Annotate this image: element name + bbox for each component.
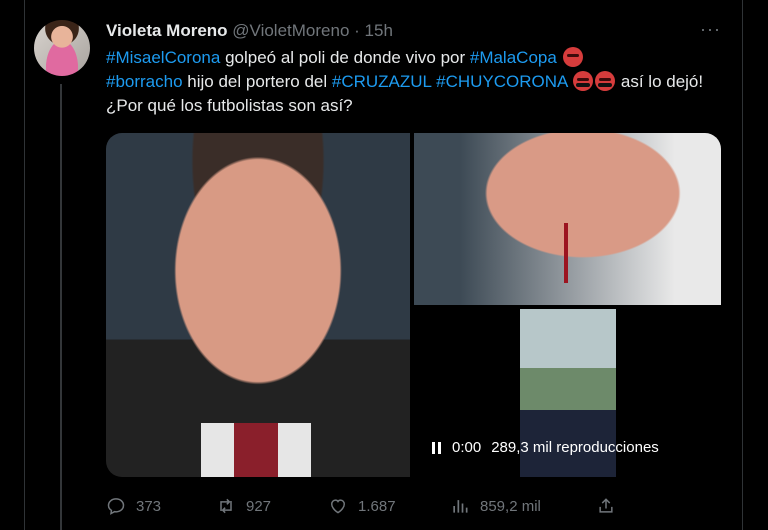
hashtag-misaelcorona[interactable]: #MisaelCorona bbox=[106, 48, 220, 67]
share-button[interactable] bbox=[596, 496, 616, 516]
tweet-time[interactable]: 15h bbox=[365, 21, 393, 40]
author-handle[interactable]: @VioletMoreno bbox=[232, 21, 349, 40]
like-count: 1.687 bbox=[358, 497, 396, 515]
pause-icon[interactable] bbox=[432, 441, 442, 454]
views-count: 859,2 mil bbox=[480, 497, 541, 515]
cursing-face-icon bbox=[595, 71, 616, 91]
tweet-text-part: golpeó al poli de donde vivo por bbox=[220, 48, 470, 67]
video-controls: 0:00 289,3 mil reproducciones bbox=[432, 439, 659, 456]
author-name[interactable]: Violeta Moreno bbox=[106, 21, 228, 40]
hashtag-chuycorona[interactable]: #CHUYCORONA bbox=[436, 72, 567, 91]
hashtag-borracho[interactable]: #borracho bbox=[106, 72, 183, 91]
tweet-text-part: hijo del portero del bbox=[182, 72, 332, 91]
more-options-icon[interactable]: ··· bbox=[700, 20, 721, 38]
video-views: 289,3 mil reproducciones bbox=[491, 439, 659, 456]
retweet-count: 927 bbox=[246, 497, 272, 515]
cursing-face-icon bbox=[573, 71, 594, 91]
hashtag-malacopa[interactable]: #MalaCopa bbox=[470, 48, 557, 67]
reply-icon bbox=[107, 498, 125, 515]
video-player[interactable]: 0:00 289,3 mil reproducciones bbox=[414, 309, 721, 477]
views-button[interactable]: 859,2 mil bbox=[450, 496, 541, 516]
retweet-button[interactable]: 927 bbox=[216, 496, 271, 516]
thread-line bbox=[60, 84, 62, 530]
header-separator: · bbox=[354, 21, 360, 40]
reply-count: 373 bbox=[136, 497, 162, 515]
tweet-text: #MisaelCorona golpeó al poli de donde vi… bbox=[106, 46, 726, 118]
photo-1[interactable] bbox=[106, 133, 410, 477]
heart-icon bbox=[330, 499, 346, 514]
share-icon bbox=[599, 498, 613, 513]
retweet-icon bbox=[220, 498, 232, 514]
timeline-left-border bbox=[24, 0, 25, 530]
photo-2[interactable] bbox=[414, 133, 721, 305]
angry-face-icon bbox=[562, 47, 583, 67]
avatar[interactable] bbox=[34, 20, 90, 76]
video-time: 0:00 bbox=[452, 439, 482, 456]
tweet-header: Violeta Moreno @VioletMoreno · 15h bbox=[106, 20, 393, 42]
analytics-icon bbox=[453, 500, 468, 513]
hashtag-cruzazul[interactable]: #CRUZAZUL bbox=[332, 72, 432, 91]
tweet-actions: 373 927 1.687 859,2 mil bbox=[106, 496, 726, 520]
timeline-right-border bbox=[742, 0, 743, 530]
media-grid: 0:00 289,3 mil reproducciones bbox=[106, 133, 721, 477]
like-button[interactable]: 1.687 bbox=[328, 496, 396, 516]
reply-button[interactable]: 373 bbox=[106, 496, 161, 516]
